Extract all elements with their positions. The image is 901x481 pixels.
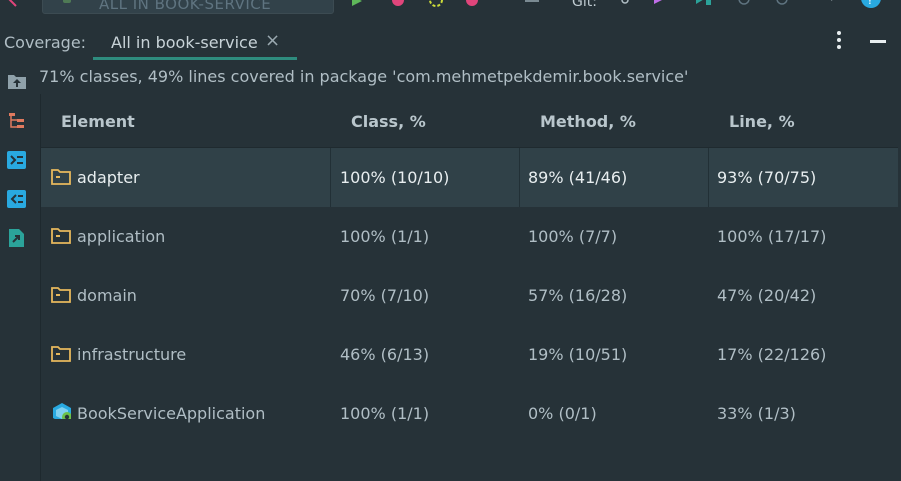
- main-toolbar: ALL IN BOOK-SERVICE Git: ?: [0, 0, 901, 18]
- back-icon[interactable]: [828, 0, 840, 8]
- debug-icon[interactable]: [389, 0, 407, 8]
- line-coverage: 100% (17/17): [717, 227, 827, 246]
- more-options-icon[interactable]: [833, 30, 845, 50]
- hierarchy-icon[interactable]: [7, 112, 27, 130]
- folder-icon: [51, 346, 71, 362]
- tab-title: All in book-service: [111, 33, 258, 52]
- method-coverage: 57% (16/28): [528, 286, 628, 305]
- column-separator: [330, 148, 331, 207]
- column-header-element[interactable]: Element: [61, 112, 135, 131]
- class-coverage: 100% (1/1): [340, 404, 430, 423]
- run-config-icon: [63, 0, 71, 3]
- column-header-line[interactable]: Line, %: [729, 112, 795, 131]
- element-name: domain: [77, 286, 137, 305]
- line-coverage: 93% (70/75): [717, 168, 817, 187]
- column-separator: [708, 148, 709, 207]
- class-coverage: 70% (7/10): [340, 286, 430, 305]
- close-icon[interactable]: ×: [265, 30, 280, 51]
- folder-icon: [51, 169, 71, 185]
- git-update-icon[interactable]: [618, 0, 632, 8]
- svg-text:?: ?: [867, 0, 873, 7]
- table-row[interactable]: BookServiceApplication 100% (1/1) 0% (0/…: [41, 384, 898, 443]
- method-coverage: 0% (0/1): [528, 404, 597, 423]
- git-label: Git:: [572, 0, 597, 10]
- element-name: adapter: [77, 168, 140, 187]
- stop-icon[interactable]: [524, 0, 540, 8]
- folder-icon: [51, 228, 71, 244]
- column-header-method[interactable]: Method, %: [540, 112, 636, 131]
- run-with-coverage-icon[interactable]: [426, 0, 446, 8]
- method-coverage: 19% (10/51): [528, 345, 628, 364]
- method-coverage: 100% (7/7): [528, 227, 618, 246]
- class-coverage: 46% (6/13): [340, 345, 430, 364]
- coverage-header: Coverage: All in book-service ×: [0, 24, 901, 60]
- export-coverage-icon[interactable]: [7, 190, 27, 208]
- class-coverage: 100% (1/1): [340, 227, 430, 246]
- line-coverage: 17% (22/126): [717, 345, 827, 364]
- column-separator: [519, 148, 520, 207]
- table-row[interactable]: domain 70% (7/10) 57% (16/28) 47% (20/42…: [41, 266, 898, 325]
- run-icon[interactable]: [350, 0, 364, 8]
- redo-icon[interactable]: [774, 0, 790, 8]
- active-tab-indicator: [93, 57, 297, 60]
- undo-icon[interactable]: [736, 0, 752, 8]
- git-push-icon[interactable]: [652, 0, 668, 8]
- flatten-packages-icon[interactable]: [7, 72, 27, 90]
- run-configuration-label: ALL IN BOOK-SERVICE: [99, 0, 272, 13]
- profile-icon[interactable]: [462, 0, 482, 8]
- coverage-summary: 71% classes, 49% lines covered in packag…: [39, 67, 689, 86]
- spring-boot-class-icon: [53, 403, 71, 419]
- close-panel-icon[interactable]: [4, 0, 18, 8]
- class-coverage: 100% (10/10): [340, 168, 450, 187]
- table-header: Element Class, % Method, % Line, %: [41, 94, 898, 148]
- table-row[interactable]: adapter 100% (10/10) 89% (41/46) 93% (70…: [41, 148, 898, 207]
- import-coverage-icon[interactable]: [7, 151, 27, 169]
- column-header-class[interactable]: Class, %: [351, 112, 426, 131]
- minimize-icon[interactable]: [870, 40, 886, 43]
- element-name: application: [77, 227, 166, 246]
- git-commit-icon[interactable]: [694, 0, 714, 10]
- folder-icon: [51, 287, 71, 303]
- help-icon[interactable]: ?: [860, 0, 882, 10]
- coverage-side-toolbar: [0, 62, 36, 481]
- table-row[interactable]: application 100% (1/1) 100% (7/7) 100% (…: [41, 207, 898, 266]
- element-name: infrastructure: [77, 345, 187, 364]
- line-coverage: 47% (20/42): [717, 286, 817, 305]
- tab-all-in-book-service[interactable]: All in book-service ×: [93, 24, 297, 60]
- run-configuration-selector[interactable]: ALL IN BOOK-SERVICE: [42, 0, 334, 14]
- table-row[interactable]: infrastructure 46% (6/13) 19% (10/51) 17…: [41, 325, 898, 384]
- line-coverage: 33% (1/3): [717, 404, 796, 423]
- element-name: BookServiceApplication: [77, 404, 266, 423]
- coverage-label: Coverage:: [4, 33, 87, 52]
- coverage-table: Element Class, % Method, % Line, % adapt…: [40, 94, 898, 481]
- method-coverage: 89% (41/46): [528, 168, 628, 187]
- generate-report-icon[interactable]: [7, 229, 27, 247]
